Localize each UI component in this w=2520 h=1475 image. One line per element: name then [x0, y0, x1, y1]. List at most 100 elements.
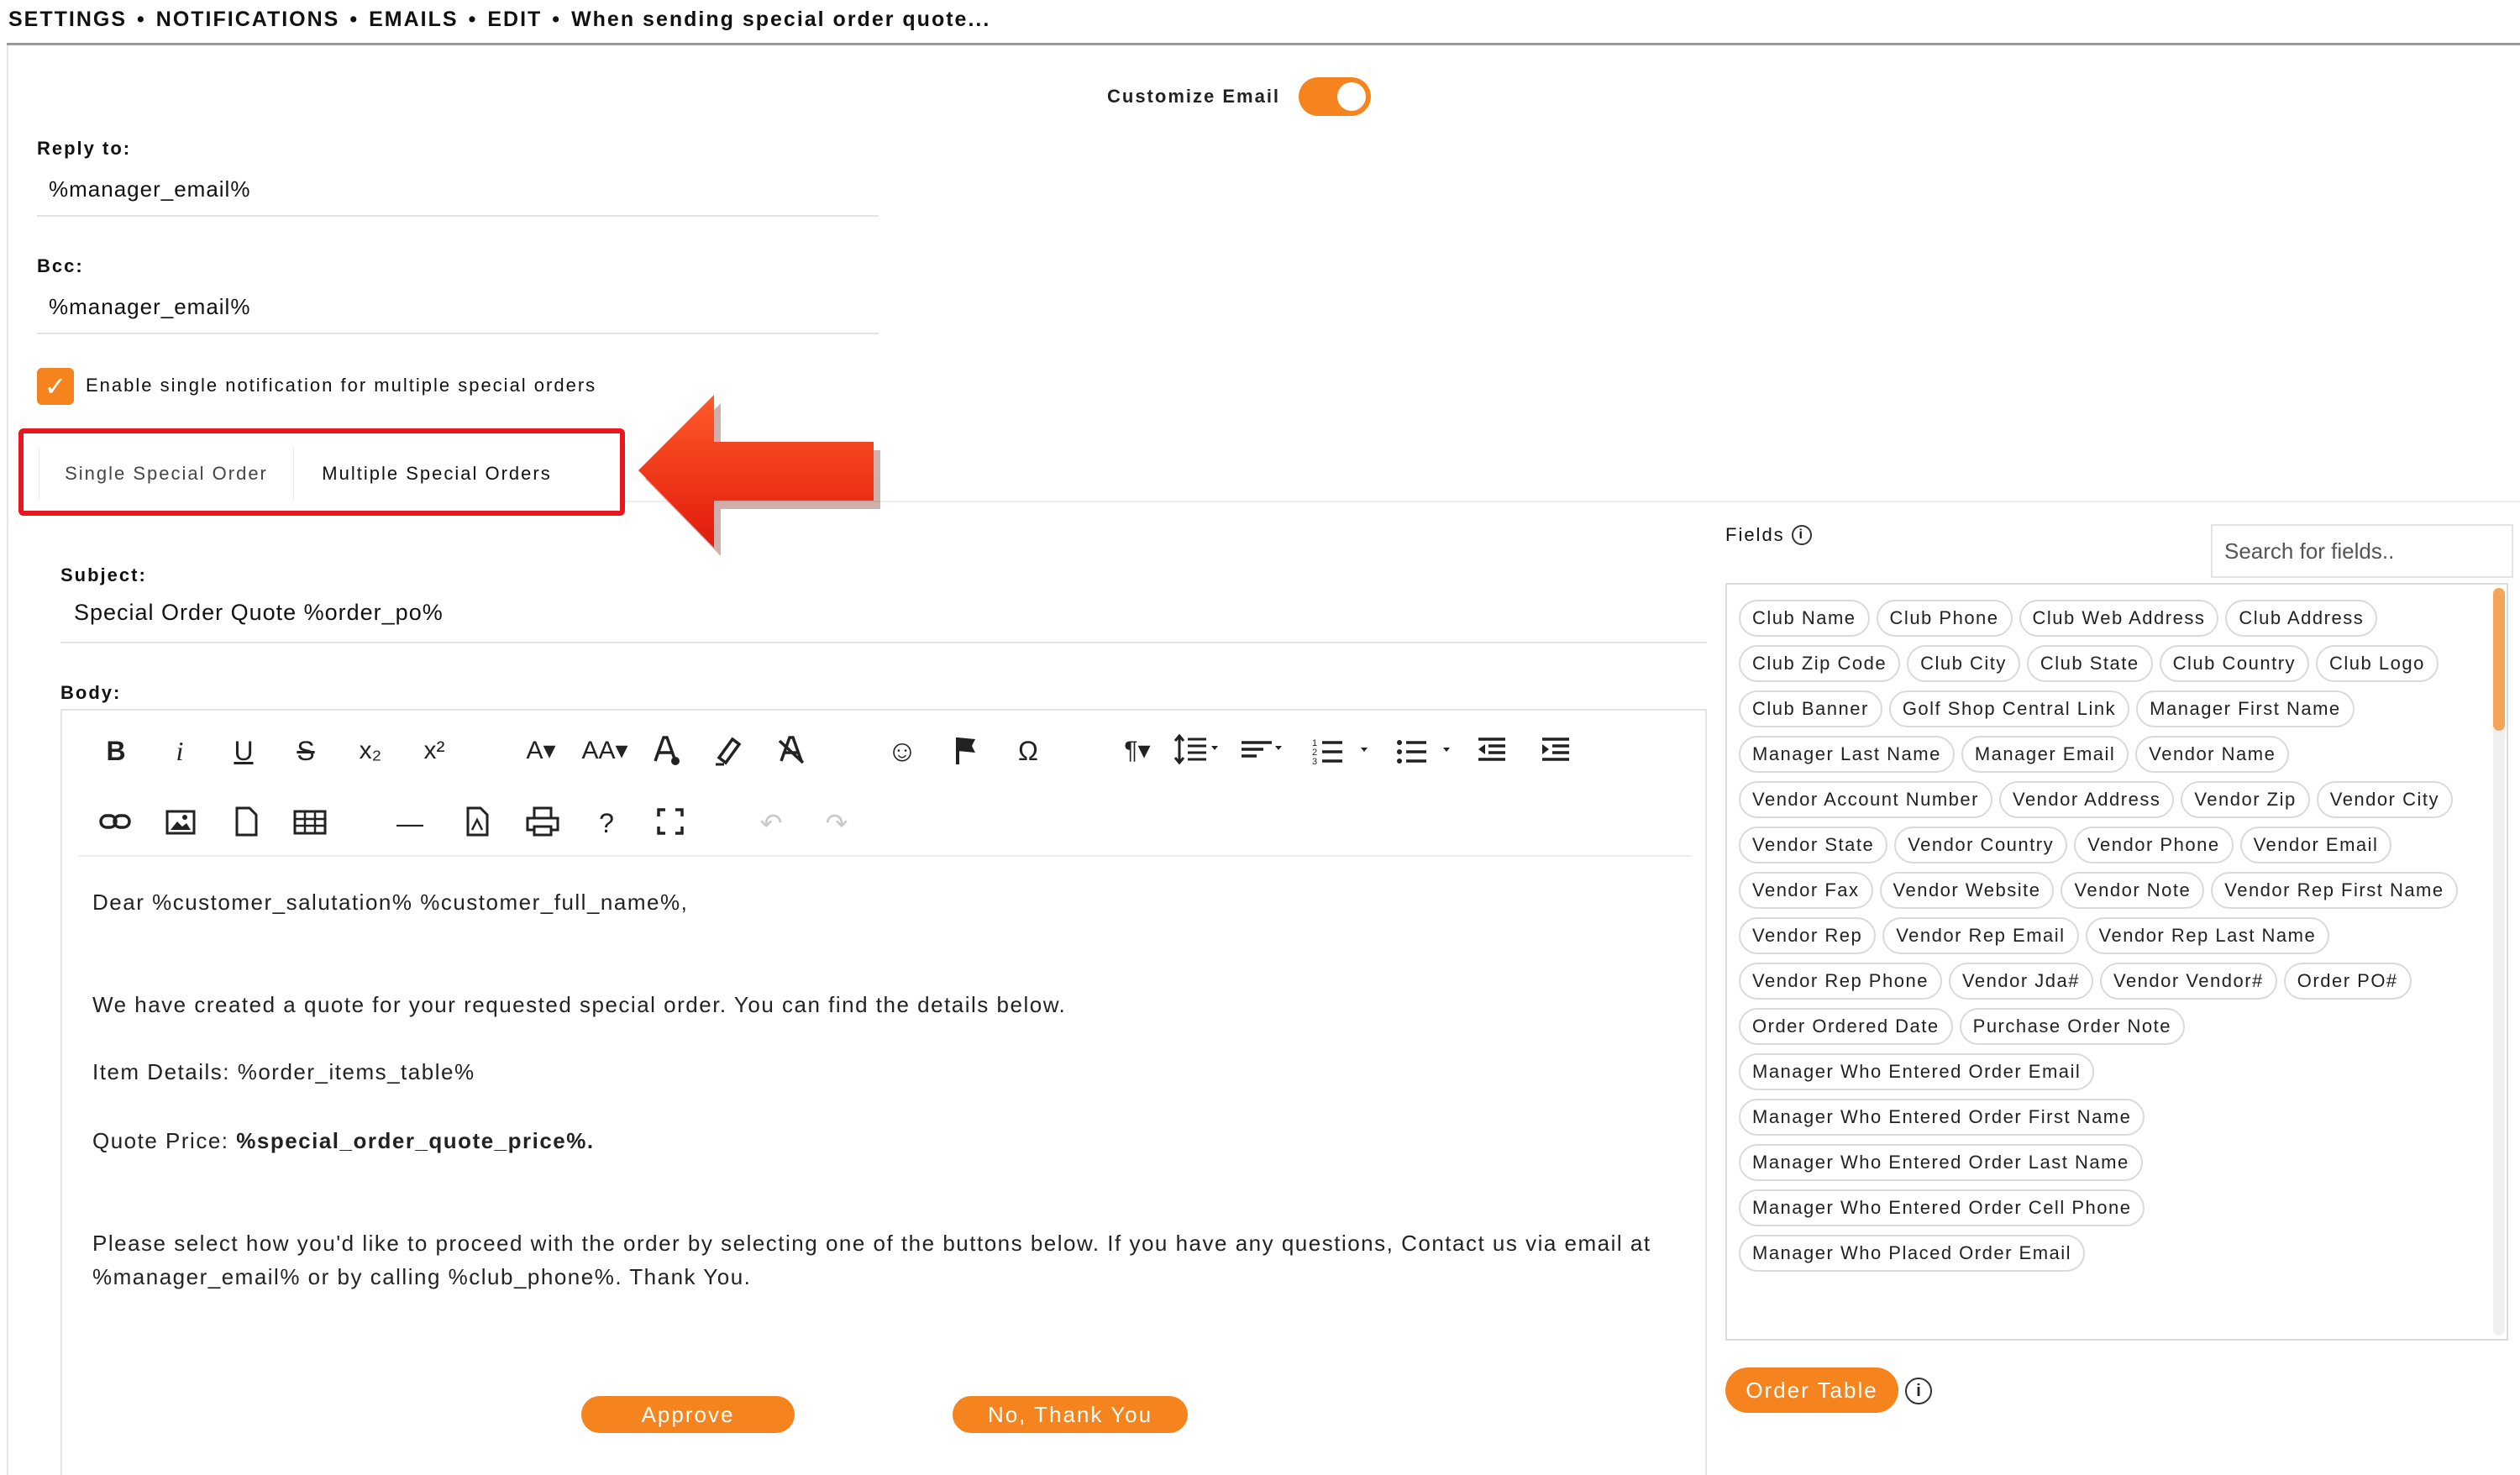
insert-table-icon[interactable]: [289, 805, 331, 842]
flag-icon-svg: [956, 738, 975, 764]
breadcrumb-notifications[interactable]: NOTIFICATIONS: [156, 0, 340, 43]
paragraph-format-dropdown[interactable]: ¶▾: [1112, 732, 1163, 769]
subscript-button[interactable]: x₂: [348, 732, 393, 769]
underline-button[interactable]: U: [225, 732, 262, 769]
superscript-button[interactable]: x²: [412, 732, 457, 769]
field-chip[interactable]: Purchase Order Note: [1959, 1008, 2186, 1045]
redo-button[interactable]: ↷: [818, 805, 855, 842]
font-size-dropdown[interactable]: AA▾: [575, 732, 635, 769]
unordered-list-dropdown-icon[interactable]: [1394, 732, 1458, 769]
insert-link-icon[interactable]: [96, 805, 134, 842]
field-chip[interactable]: Vendor Vendor#: [2099, 963, 2277, 1000]
text-color-icon[interactable]: [647, 732, 684, 769]
order-table-button[interactable]: Order Table: [1725, 1367, 1898, 1413]
horizontal-line-button[interactable]: —: [391, 805, 428, 842]
highlighter-icon[interactable]: [709, 732, 746, 769]
field-chip[interactable]: Vendor Phone: [2074, 827, 2234, 863]
field-chip[interactable]: Club Banner: [1739, 690, 1882, 727]
field-chip[interactable]: Club Name: [1739, 600, 1870, 637]
field-chip[interactable]: Manager Email: [1961, 736, 2129, 773]
fullscreen-icon[interactable]: [652, 805, 689, 842]
toggle-knob: [1337, 82, 1367, 111]
export-pdf-icon[interactable]: [459, 805, 496, 842]
print-icon[interactable]: [522, 805, 563, 842]
emoji-icon[interactable]: ☺: [882, 732, 922, 769]
no-thank-you-button[interactable]: No, Thank You: [953, 1396, 1188, 1433]
bcc-field[interactable]: %manager_email%: [37, 286, 879, 334]
red-arrow-annotation: [638, 395, 880, 556]
field-chip[interactable]: Club State: [2026, 645, 2153, 682]
field-chip[interactable]: Vendor Fax: [1739, 872, 1873, 909]
insert-file-icon[interactable]: [227, 805, 265, 842]
field-chip[interactable]: Vendor Account Number: [1739, 781, 1992, 818]
field-chip[interactable]: Order PO#: [2283, 963, 2412, 1000]
help-button[interactable]: ?: [588, 805, 625, 842]
field-chip[interactable]: Manager Who Entered Order First Name: [1739, 1099, 2145, 1136]
field-chip[interactable]: Golf Shop Central Link: [1888, 690, 2130, 727]
fields-search-input[interactable]: [2211, 524, 2513, 578]
field-chip[interactable]: Vendor Rep Email: [1882, 917, 2079, 954]
scrollbar-thumb[interactable]: [2493, 588, 2505, 731]
clear-formatting-icon[interactable]: [773, 732, 810, 769]
approve-button[interactable]: Approve: [581, 1396, 795, 1433]
field-chip[interactable]: Manager Last Name: [1739, 736, 1955, 773]
indent-icon[interactable]: [1537, 732, 1574, 769]
ordered-list-icon-svg: 123: [1312, 738, 1368, 767]
field-chip[interactable]: Vendor Zip: [2181, 781, 2310, 818]
field-chip[interactable]: Club Logo: [2316, 645, 2439, 682]
bold-button[interactable]: B: [99, 732, 133, 769]
tab-single-special-order[interactable]: Single Special Order: [39, 449, 294, 499]
breadcrumb-edit[interactable]: EDIT: [487, 0, 542, 43]
field-chip[interactable]: Vendor Rep First Name: [2211, 872, 2458, 909]
field-chip[interactable]: Vendor Rep Last Name: [2085, 917, 2330, 954]
field-chip[interactable]: Vendor Name: [2135, 736, 2290, 773]
customize-email-toggle[interactable]: [1299, 77, 1372, 116]
subject-field[interactable]: Special Order Quote %order_po%: [74, 600, 444, 626]
breadcrumb-emails[interactable]: EMAILS: [369, 0, 458, 43]
field-chip[interactable]: Manager Who Placed Order Email: [1739, 1235, 2086, 1272]
field-chip[interactable]: Vendor Rep Phone: [1739, 963, 1942, 1000]
field-chip[interactable]: Vendor Address: [1998, 781, 2175, 818]
order-table-info-icon[interactable]: i: [1905, 1378, 1932, 1404]
field-chip[interactable]: Vendor Jda#: [1948, 963, 2093, 1000]
field-chip[interactable]: Order Ordered Date: [1739, 1008, 1953, 1045]
field-chip[interactable]: Club Web Address: [2019, 600, 2219, 637]
field-chip[interactable]: Manager First Name: [2136, 690, 2355, 727]
field-chip[interactable]: Manager Who Entered Order Last Name: [1739, 1144, 2143, 1181]
field-chip[interactable]: Club Zip Code: [1739, 645, 1901, 682]
italic-button[interactable]: i: [163, 732, 197, 769]
undo-button[interactable]: ↶: [753, 805, 790, 842]
field-chip[interactable]: Vendor State: [1739, 827, 1888, 863]
field-chip[interactable]: Vendor Note: [2061, 872, 2205, 909]
field-chip[interactable]: Vendor Website: [1879, 872, 2055, 909]
flag-icon[interactable]: [948, 732, 984, 769]
special-characters-icon[interactable]: Ω: [1010, 732, 1047, 769]
field-chip[interactable]: Vendor Email: [2239, 827, 2392, 863]
field-chip[interactable]: Club Address: [2225, 600, 2378, 637]
field-chip[interactable]: Club City: [1907, 645, 2020, 682]
link-icon-svg: [99, 814, 131, 829]
field-chip[interactable]: Club Phone: [1876, 600, 2013, 637]
field-chip[interactable]: Manager Who Entered Order Cell Phone: [1739, 1189, 2145, 1226]
fields-scrollbar[interactable]: [2493, 588, 2505, 1336]
reply-to-field[interactable]: %manager_email%: [37, 168, 879, 217]
breadcrumb-settings[interactable]: SETTINGS: [8, 0, 127, 43]
line-height-dropdown-icon[interactable]: [1171, 732, 1225, 769]
single-notification-checkbox[interactable]: ✓: [37, 368, 74, 405]
insert-image-icon[interactable]: [161, 805, 200, 842]
align-dropdown-icon[interactable]: [1236, 732, 1290, 769]
table-icon-svg: [293, 810, 327, 835]
field-chip[interactable]: Manager Who Entered Order Email: [1739, 1053, 2095, 1090]
field-chip[interactable]: Vendor City: [2316, 781, 2453, 818]
field-chip[interactable]: Club Country: [2159, 645, 2310, 682]
fields-info-icon[interactable]: i: [1791, 525, 1812, 545]
field-chip[interactable]: Vendor Country: [1894, 827, 2068, 863]
ordered-list-dropdown-icon[interactable]: 123: [1310, 732, 1374, 769]
customize-email-control: Customize Email: [1107, 74, 1372, 119]
outdent-icon[interactable]: [1473, 732, 1510, 769]
body-editor[interactable]: B i U S x₂ x² A▾ AA▾ ☺ Ω ¶▾ 123 — ? ↶ ↷ …: [60, 709, 1707, 1475]
font-family-dropdown[interactable]: A▾: [516, 732, 566, 769]
field-chip[interactable]: Vendor Rep: [1739, 917, 1877, 954]
tab-multiple-special-orders[interactable]: Multiple Special Orders: [294, 449, 580, 499]
strikethrough-button[interactable]: S: [287, 732, 324, 769]
